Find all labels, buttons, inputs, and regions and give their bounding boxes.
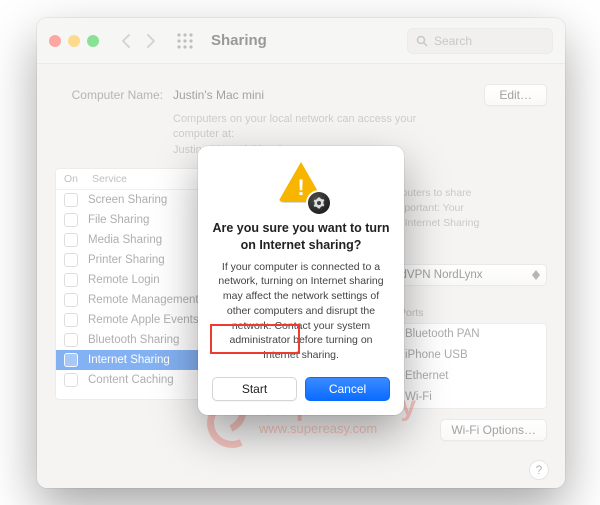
confirm-dialog: ! Are you sure you want to turn on Inter… — [198, 146, 404, 415]
chevron-right-icon — [146, 34, 155, 48]
close-window-button[interactable] — [49, 35, 61, 47]
computer-name-label: Computer Name: — [55, 88, 163, 102]
checkbox[interactable] — [64, 333, 78, 347]
toolbar: Sharing Search — [37, 18, 565, 64]
back-button[interactable] — [115, 27, 137, 55]
checkbox[interactable] — [64, 253, 78, 267]
updown-icon — [532, 270, 540, 280]
dialog-body: If your computer is connected to a netwo… — [212, 260, 390, 363]
checkbox[interactable] — [64, 213, 78, 227]
cancel-button[interactable]: Cancel — [305, 377, 390, 401]
grid-icon — [177, 33, 193, 49]
checkbox[interactable] — [64, 313, 78, 327]
pane-title: Sharing — [211, 32, 267, 49]
search-field[interactable]: Search — [407, 28, 553, 54]
checkbox[interactable] — [64, 233, 78, 247]
start-button[interactable]: Start — [212, 377, 297, 401]
prefs-badge-icon — [308, 192, 330, 214]
dialog-title: Are you sure you want to turn on Interne… — [212, 220, 390, 254]
checkbox[interactable] — [64, 373, 78, 387]
checkbox[interactable] — [64, 273, 78, 287]
forward-button[interactable] — [139, 27, 161, 55]
minimize-window-button[interactable] — [68, 35, 80, 47]
search-placeholder: Search — [434, 34, 472, 48]
col-on-header: On — [64, 173, 92, 185]
chevron-left-icon — [122, 34, 131, 48]
checkbox[interactable] — [64, 193, 78, 207]
zoom-window-button[interactable] — [87, 35, 99, 47]
edit-hostname-button[interactable]: Edit… — [484, 84, 547, 106]
col-service-header: Service — [92, 173, 127, 185]
search-icon — [416, 35, 428, 47]
checkbox[interactable] — [64, 293, 78, 307]
computer-name-value[interactable]: Justin's Mac mini — [173, 88, 474, 102]
checkbox[interactable] — [64, 353, 78, 367]
warning-icon: ! — [278, 162, 324, 208]
wifi-options-button[interactable]: Wi-Fi Options… — [440, 419, 547, 441]
window-controls — [49, 35, 99, 47]
help-button[interactable]: ? — [529, 460, 549, 480]
show-all-button[interactable] — [173, 29, 197, 53]
